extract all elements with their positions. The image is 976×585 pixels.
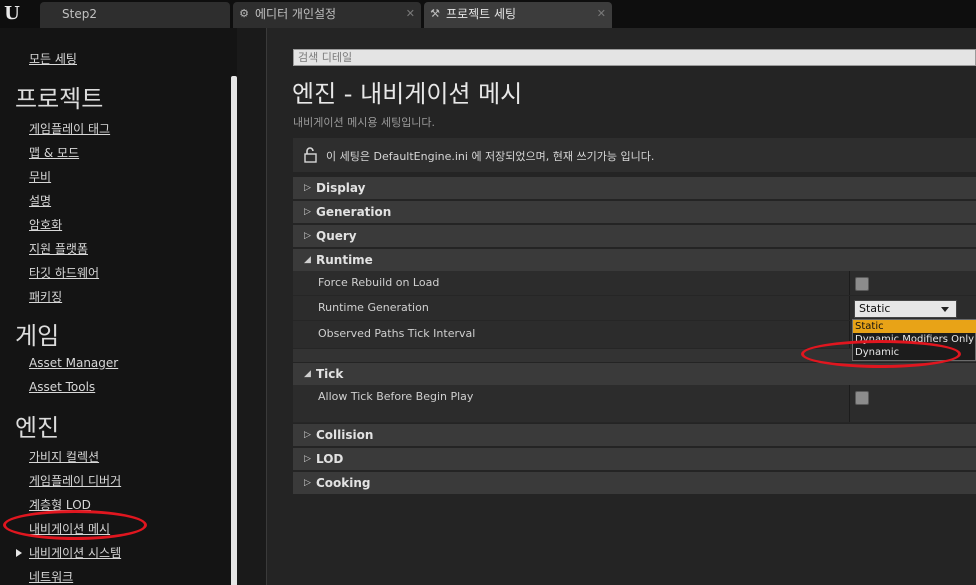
category-label: LOD — [316, 452, 344, 466]
category-label: Cooking — [316, 476, 371, 490]
sidebar-item-all-settings[interactable]: 모든 세팅 — [29, 50, 77, 67]
category-label: Query — [316, 229, 357, 243]
sidebar-item[interactable]: 가비지 컬렉션 — [29, 448, 99, 465]
settings-sidebar: 모든 세팅 프로젝트 게임플레이 태그 맵 & 모드 무비 설명 암호화 지원 … — [0, 28, 237, 585]
sidebar-item[interactable]: 맵 & 모드 — [29, 144, 79, 161]
runtime-generation-options: Static Dynamic Modifiers Only Dynamic — [852, 319, 976, 361]
expand-arrow-icon: ▷ — [304, 183, 311, 193]
sidebar-item[interactable]: 계층형 LOD — [29, 496, 91, 513]
force-rebuild-checkbox[interactable] — [855, 277, 869, 291]
category-label: Generation — [316, 205, 392, 219]
column-separator — [849, 321, 850, 348]
property-label: Force Rebuild on Load — [318, 276, 440, 289]
tab-label: 프로젝트 세팅 — [446, 7, 517, 21]
category-cooking[interactable]: ▷ Cooking — [293, 472, 976, 494]
option-static[interactable]: Static — [853, 320, 976, 333]
tab-project-settings[interactable]: ⚒ 프로젝트 세팅 ✕ — [424, 2, 612, 28]
close-icon[interactable]: ✕ — [406, 2, 415, 26]
tab-step2[interactable]: Step2 — [40, 2, 230, 28]
tab-bar: U Step2 ⚙ 에디터 개인설정 ✕ ⚒ 프로젝트 세팅 ✕ — [0, 0, 976, 28]
config-info-bar: 이 세팅은 DefaultEngine.ini 에 저장되었으며, 현재 쓰기가… — [293, 138, 976, 172]
selected-arrow-icon — [16, 549, 22, 557]
expand-arrow-icon: ▷ — [304, 430, 311, 440]
property-row-force-rebuild: Force Rebuild on Load — [293, 271, 976, 296]
category-label: Tick — [316, 367, 344, 381]
sidebar-item[interactable]: Asset Manager — [29, 356, 118, 370]
category-display[interactable]: ▷ Display — [293, 177, 976, 199]
category-runtime[interactable]: ◢ Runtime — [293, 249, 976, 271]
column-separator — [849, 296, 850, 320]
editor-icon: ⚙ — [239, 7, 249, 20]
dropdown-value: Static — [859, 302, 891, 315]
option-dynamic-modifiers-only[interactable]: Dynamic Modifiers Only — [853, 333, 976, 346]
sidebar-section-project: 프로젝트 — [15, 85, 104, 113]
tab-editor-preferences[interactable]: ⚙ 에디터 개인설정 ✕ — [233, 2, 421, 28]
expand-arrow-icon: ▷ — [304, 478, 311, 488]
category-tick[interactable]: ◢ Tick — [293, 363, 976, 385]
category-label: Runtime — [316, 253, 373, 267]
expand-arrow-icon: ▷ — [304, 231, 311, 241]
sidebar-item[interactable]: 타깃 하드웨어 — [29, 264, 99, 281]
property-row-allow-tick: Allow Tick Before Begin Play — [293, 385, 976, 423]
details-panel: 검색 디테일 엔진 - 내비게이션 메시 내비게이션 메시용 세팅입니다. 이 … — [268, 28, 976, 585]
expand-arrow-icon: ▷ — [304, 207, 311, 217]
allow-tick-checkbox[interactable] — [855, 391, 869, 405]
unlock-icon — [304, 147, 317, 163]
property-label: Runtime Generation — [318, 301, 429, 314]
runtime-generation-dropdown[interactable]: Static — [854, 300, 957, 318]
sidebar-item[interactable]: 게임플레이 디버거 — [29, 472, 121, 489]
close-icon[interactable]: ✕ — [597, 2, 606, 26]
expand-arrow-icon: ▷ — [304, 454, 311, 464]
collapse-arrow-icon: ◢ — [304, 255, 311, 265]
search-input[interactable]: 검색 디테일 — [293, 49, 976, 66]
sidebar-item[interactable]: 암호화 — [29, 216, 62, 233]
column-separator — [849, 271, 850, 295]
project-settings-window: U Step2 ⚙ 에디터 개인설정 ✕ ⚒ 프로젝트 세팅 ✕ 모든 세팅 프… — [0, 0, 976, 585]
property-label: Allow Tick Before Begin Play — [318, 390, 474, 403]
category-collision[interactable]: ▷ Collision — [293, 424, 976, 446]
sidebar-item[interactable]: 지원 플랫폼 — [29, 240, 88, 257]
sidebar-item[interactable]: 설명 — [29, 192, 51, 209]
project-settings-icon: ⚒ — [430, 7, 440, 20]
sidebar-item[interactable]: 패키징 — [29, 288, 62, 305]
category-lod[interactable]: ▷ LOD — [293, 448, 976, 470]
sidebar-item[interactable]: 네트워크 — [29, 568, 73, 585]
column-separator — [849, 385, 850, 422]
page-subtitle: 내비게이션 메시용 세팅입니다. — [293, 116, 436, 129]
panel-splitter[interactable] — [237, 28, 267, 585]
option-dynamic[interactable]: Dynamic — [853, 346, 976, 359]
sidebar-item[interactable]: Asset Tools — [29, 380, 95, 394]
chevron-down-icon — [941, 307, 949, 312]
sidebar-item[interactable]: 무비 — [29, 168, 51, 185]
unreal-logo-icon: U — [4, 3, 20, 24]
info-text: 이 세팅은 DefaultEngine.ini 에 저장되었으며, 현재 쓰기가… — [326, 150, 655, 163]
category-generation[interactable]: ▷ Generation — [293, 201, 976, 223]
tab-label: 에디터 개인설정 — [255, 7, 337, 21]
property-label: Observed Paths Tick Interval — [318, 327, 476, 340]
page-title: 엔진 - 내비게이션 메시 — [292, 80, 523, 108]
collapse-arrow-icon: ◢ — [304, 369, 311, 379]
sidebar-item-navigation-mesh[interactable]: 내비게이션 메시 — [29, 520, 110, 537]
tab-label: Step2 — [62, 7, 97, 21]
sidebar-item[interactable]: 내비게이션 시스템 — [29, 544, 121, 561]
category-query[interactable]: ▷ Query — [293, 225, 976, 247]
sidebar-item[interactable]: 게임플레이 태그 — [29, 120, 110, 137]
category-label: Collision — [316, 428, 374, 442]
sidebar-section-engine: 엔진 — [15, 414, 60, 442]
category-label: Display — [316, 181, 366, 195]
sidebar-section-game: 게임 — [15, 322, 60, 350]
